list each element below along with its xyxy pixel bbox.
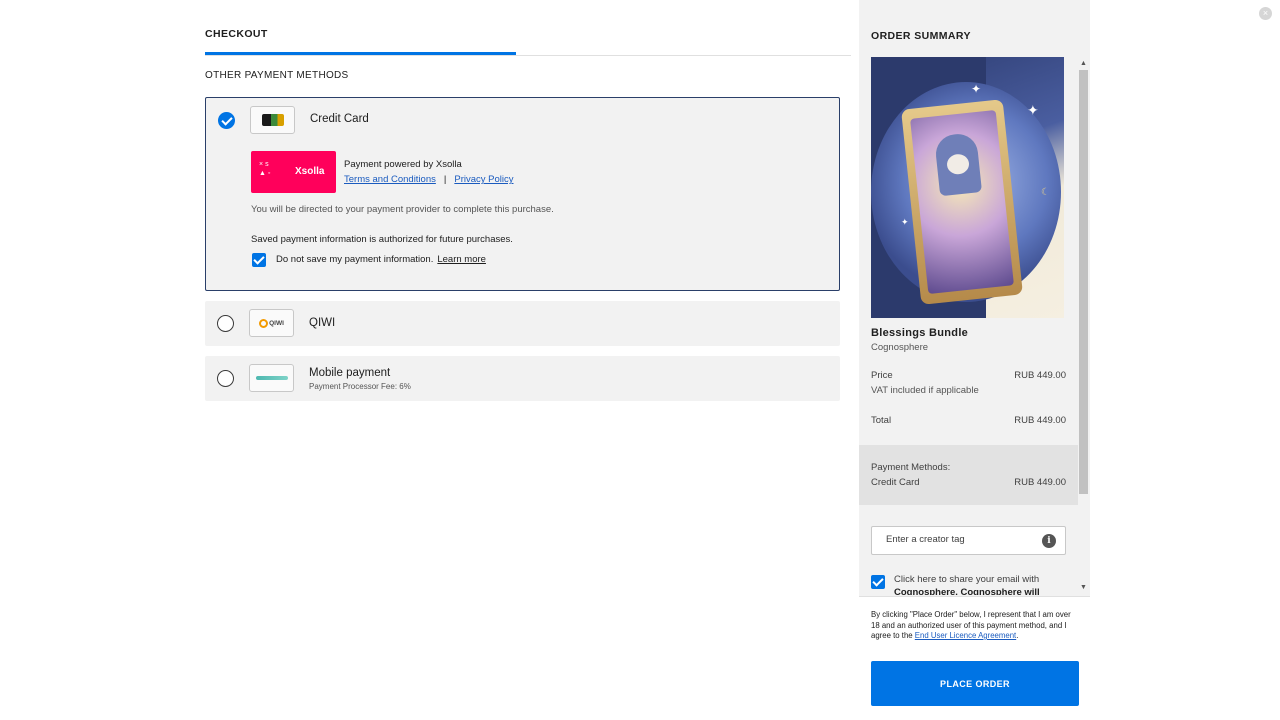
share-email-line1: Click here to share your email with bbox=[894, 574, 1040, 585]
payment-method-value: RUB 449.00 bbox=[1014, 477, 1066, 488]
product-publisher: Cognosphere bbox=[871, 342, 929, 353]
qiwi-logo-text: QIWI bbox=[269, 319, 284, 327]
summary-scrollbar[interactable]: ▲ ▼ bbox=[1079, 60, 1088, 594]
powered-by-text: Payment powered by Xsolla bbox=[344, 159, 462, 170]
share-email-checkbox[interactable] bbox=[871, 575, 885, 589]
creator-tag-input[interactable] bbox=[886, 534, 1036, 545]
scroll-down-icon[interactable]: ▼ bbox=[1080, 584, 1087, 591]
scroll-up-icon[interactable]: ▲ bbox=[1080, 60, 1087, 67]
eula-link[interactable]: End User Licence Agreement bbox=[915, 631, 1016, 640]
payment-methods-label: Payment Methods: bbox=[871, 462, 951, 473]
place-order-button[interactable]: PLACE ORDER bbox=[871, 661, 1079, 706]
payment-method-name: Credit Card bbox=[871, 477, 920, 488]
creator-tag-field[interactable]: i bbox=[871, 526, 1066, 555]
credit-card-radio[interactable] bbox=[218, 112, 235, 129]
sparkle-icon: ✦ bbox=[901, 217, 909, 227]
sparkle-icon: ✦ bbox=[1027, 102, 1039, 118]
payment-method-qiwi[interactable]: QIWI QIWI bbox=[205, 301, 840, 346]
xsolla-wordmark: Xsolla bbox=[295, 166, 325, 177]
price-value: RUB 449.00 bbox=[1014, 370, 1066, 381]
redirect-note: You will be directed to your payment pro… bbox=[251, 204, 554, 215]
method-name: Mobile payment bbox=[309, 367, 391, 379]
legal-text: By clicking "Place Order" below, I repre… bbox=[871, 610, 1079, 642]
mobile-payment-logo-icon bbox=[249, 364, 294, 392]
info-icon[interactable]: i bbox=[1042, 534, 1056, 548]
checkout-tabbar: CHECKOUT bbox=[205, 20, 851, 56]
share-email-text: Click here to share your email with Cogn… bbox=[894, 573, 1069, 595]
payment-methods-box: Payment Methods: Credit Card RUB 449.00 bbox=[859, 445, 1078, 505]
order-summary-title: ORDER SUMMARY bbox=[871, 30, 971, 42]
link-separator: | bbox=[443, 174, 447, 185]
tab-checkout[interactable]: CHECKOUT bbox=[205, 28, 268, 40]
price-label: Price bbox=[871, 370, 893, 381]
legal-end: . bbox=[1016, 631, 1019, 640]
qiwi-logo-icon: QIWI bbox=[249, 309, 294, 337]
vat-note: VAT included if applicable bbox=[871, 385, 979, 396]
legal-footer: By clicking "Place Order" below, I repre… bbox=[859, 596, 1090, 720]
method-fee-note: Payment Processor Fee: 6% bbox=[309, 382, 411, 391]
order-summary-panel: ORDER SUMMARY ✦ ✦ ✦ ☾ Blessings Bundle C… bbox=[859, 0, 1090, 720]
product-image: ✦ ✦ ✦ ☾ bbox=[871, 57, 1064, 318]
share-email-line2: Cognosphere. Cognosphere will bbox=[894, 587, 1040, 595]
section-title: OTHER PAYMENT METHODS bbox=[205, 70, 349, 81]
method-name: Credit Card bbox=[310, 113, 369, 125]
active-tab-indicator bbox=[205, 52, 516, 55]
credit-card-logo-icon bbox=[250, 106, 295, 134]
mobile-payment-radio[interactable] bbox=[217, 370, 234, 387]
saved-info-text: Saved payment information is authorized … bbox=[251, 234, 513, 245]
sparkle-icon: ☾ bbox=[1041, 187, 1050, 198]
sparkle-icon: ✦ bbox=[971, 82, 982, 96]
close-icon[interactable]: × bbox=[1259, 7, 1272, 20]
qiwi-radio[interactable] bbox=[217, 315, 234, 332]
method-name: QIWI bbox=[309, 317, 336, 329]
payment-method-mobile[interactable]: Mobile payment Payment Processor Fee: 6% bbox=[205, 356, 840, 401]
policy-links: Terms and Conditions | Privacy Policy bbox=[344, 174, 513, 185]
scroll-thumb[interactable] bbox=[1079, 70, 1088, 494]
product-name: Blessings Bundle bbox=[871, 327, 969, 339]
terms-link[interactable]: Terms and Conditions bbox=[344, 174, 436, 185]
learn-more-link[interactable]: Learn more bbox=[437, 254, 486, 265]
do-not-save-checkbox[interactable] bbox=[252, 253, 266, 267]
total-label: Total bbox=[871, 415, 892, 426]
xsolla-logo: ×s ▲◦ Xsolla bbox=[251, 151, 336, 193]
payment-method-credit-card[interactable]: Credit Card ×s ▲◦ Xsolla Payment powered … bbox=[205, 97, 840, 291]
total-value: RUB 449.00 bbox=[1014, 415, 1066, 426]
xsolla-marks-icon: ×s ▲◦ bbox=[259, 161, 273, 177]
do-not-save-label: Do not save my payment information. Learn… bbox=[276, 254, 486, 265]
do-not-save-text: Do not save my payment information. bbox=[276, 254, 434, 265]
privacy-link[interactable]: Privacy Policy bbox=[454, 174, 513, 185]
